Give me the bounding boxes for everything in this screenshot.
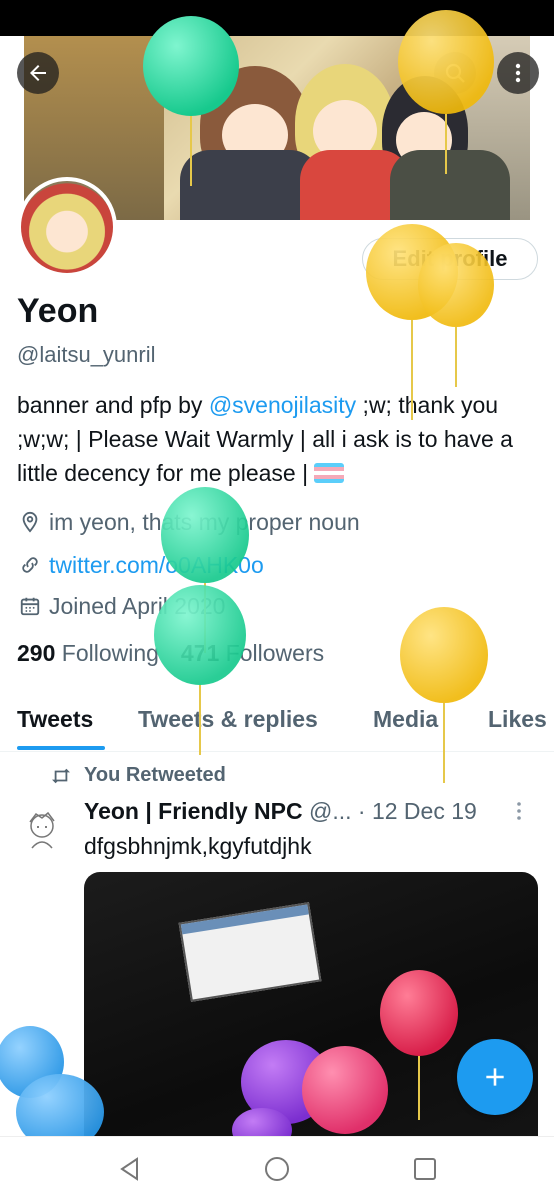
arrow-left-icon: [30, 65, 46, 81]
location-text: im yeon, thats my proper noun: [49, 508, 360, 535]
followers-link[interactable]: 471 Followers: [181, 640, 324, 667]
tweet-author-name: Yeon | Friendly NPC: [84, 798, 303, 824]
triangle-back-icon: [120, 1157, 138, 1181]
system-home-button[interactable]: [259, 1151, 295, 1187]
joined-text: Joined April 2020: [49, 592, 226, 619]
calendar-icon: [17, 593, 43, 619]
retweet-context: You Retweeted: [50, 764, 226, 787]
tweet-more-button[interactable]: [514, 800, 524, 828]
following-link[interactable]: 290 Following: [17, 640, 159, 667]
profile-display-name: Yeon: [17, 292, 99, 330]
more-vertical-icon: [515, 63, 521, 83]
more-vertical-icon: [517, 802, 521, 820]
search-icon: [445, 63, 465, 83]
search-button[interactable]: [434, 52, 476, 94]
system-back-button[interactable]: [112, 1151, 148, 1187]
tab-tweets[interactable]: Tweets: [17, 706, 93, 733]
profile-avatar[interactable]: [17, 177, 117, 277]
circle-home-icon: [265, 1157, 289, 1181]
system-recents-button[interactable]: [407, 1151, 443, 1187]
profile-website: twitter.com/o0AHK0o: [17, 550, 264, 580]
more-options-button[interactable]: [497, 52, 539, 94]
tweet-author-handle: @...: [308, 798, 352, 824]
bio-mention-link[interactable]: @svenojilasity: [209, 392, 356, 418]
profile-tabs: Tweets Tweets & replies Media Likes: [0, 696, 554, 752]
profile-location: im yeon, thats my proper noun: [17, 507, 360, 537]
active-tab-indicator: [17, 746, 105, 750]
following-label: Following: [55, 640, 159, 666]
balloon-yellow: [400, 607, 488, 783]
tweet-header[interactable]: Yeon | Friendly NPC @... · 12 Dec 19: [84, 798, 477, 825]
system-nav-bar: [0, 1136, 554, 1200]
bio-text-start: banner and pfp by: [17, 392, 209, 418]
tab-likes[interactable]: Likes: [488, 706, 547, 733]
profile-bio: banner and pfp by @svenojilasity ;w; tha…: [17, 388, 537, 490]
location-pin-icon: [17, 509, 43, 535]
retweet-icon: [52, 768, 70, 783]
following-count: 290: [17, 640, 56, 666]
tweet-author-avatar[interactable]: [20, 808, 64, 852]
back-button[interactable]: [17, 52, 59, 94]
tweet-date: · 12 Dec 19: [357, 798, 477, 824]
followers-count: 471: [180, 640, 220, 666]
follow-stats: 290 Following 471 Followers: [17, 640, 324, 667]
link-icon: [17, 552, 43, 578]
tab-media[interactable]: Media: [373, 706, 438, 733]
edit-profile-button[interactable]: Edit profile: [362, 238, 538, 280]
plus-icon: [486, 1068, 504, 1086]
retweet-label: You Retweeted: [84, 764, 226, 786]
tab-tweets-replies[interactable]: Tweets & replies: [138, 706, 318, 733]
square-recents-icon: [414, 1158, 436, 1180]
compose-tweet-button[interactable]: [457, 1039, 533, 1115]
trans-flag-emoji: [314, 463, 345, 483]
profile-joined-date: Joined April 2020: [17, 591, 225, 621]
tweet-text: dfgsbhnjmk,kgyfutdjhk: [84, 833, 312, 859]
followers-label: Followers: [219, 640, 325, 666]
status-bar: [0, 0, 554, 36]
profile-handle: @laitsu_yunril: [17, 342, 156, 367]
website-link[interactable]: twitter.com/o0AHK0o: [49, 552, 264, 579]
